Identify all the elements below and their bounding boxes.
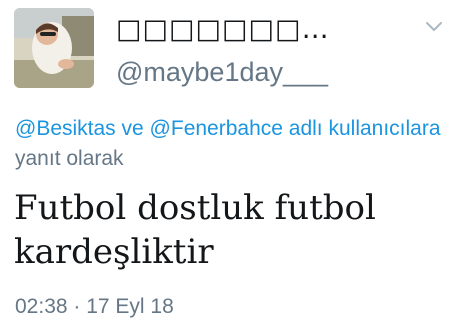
meta-separator: · (67, 295, 87, 318)
tweet-date: 17 Eyl 18 (86, 295, 174, 318)
tweet-timestamp[interactable]: 02:38 · 17 Eyl 18 (15, 292, 174, 322)
avatar[interactable] (14, 8, 94, 88)
reply-context: @Besiktas ve @Fenerbahce adlı kullanıcıl… (15, 114, 455, 174)
mentioned-accounts-label[interactable]: adlı kullanıcılara (283, 117, 441, 140)
tweet-text: Futbol dostluk futbol kardeşliktir (14, 188, 376, 272)
author-display-name[interactable]: □□□□□□□… (116, 12, 330, 48)
tweet-card: □□□□□□□… @maybe1day___ @Besiktas ve @Fen… (0, 0, 464, 332)
chevron-down-icon[interactable] (421, 16, 447, 36)
avatar-photo (14, 8, 94, 88)
tweet-time: 02:38 (15, 295, 68, 318)
reply-label: yanıt olarak (15, 147, 124, 170)
author-handle[interactable]: @maybe1day___ (116, 54, 328, 90)
mention-link-besiktas[interactable]: @Besiktas (15, 117, 116, 140)
mention-conjunction: ve (115, 117, 150, 140)
mention-link-fenerbahce[interactable]: @Fenerbahce (150, 117, 283, 140)
